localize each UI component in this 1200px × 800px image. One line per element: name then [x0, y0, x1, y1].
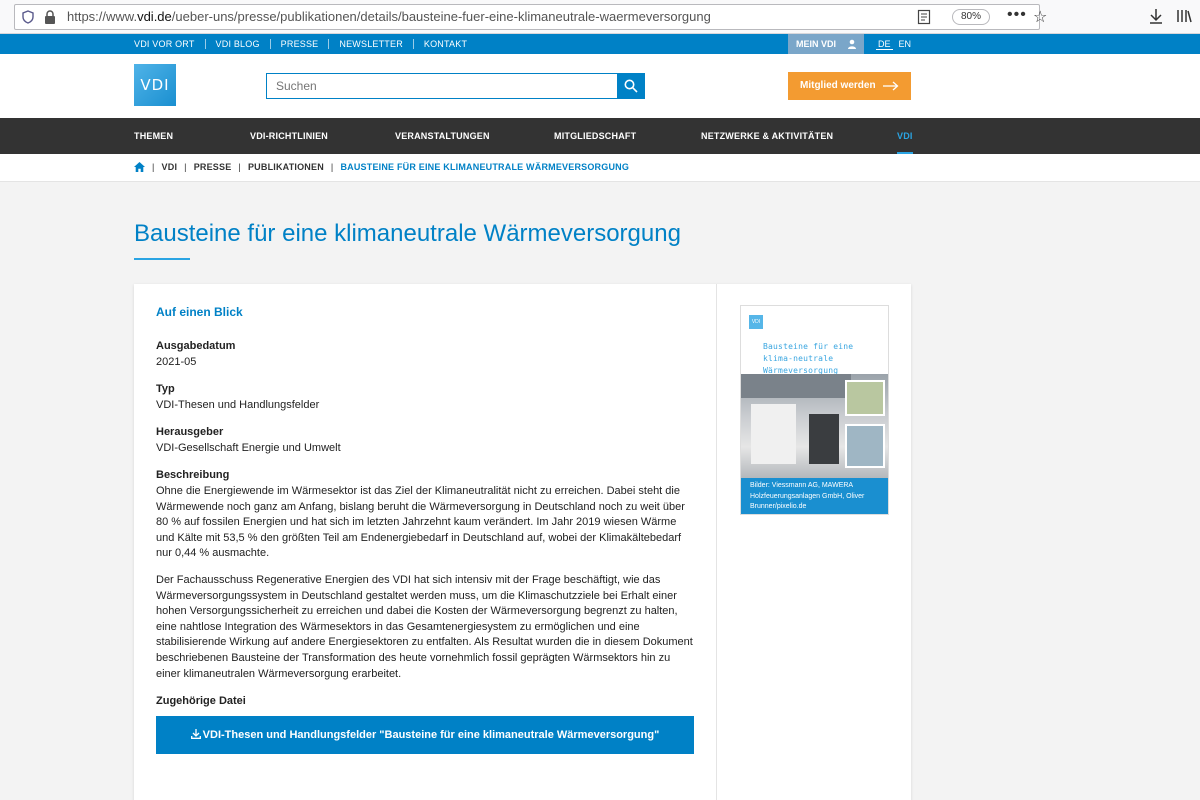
- cover-photo-boiler: [845, 424, 885, 468]
- cover-photo-heater: [809, 414, 839, 464]
- description-paragraph-2: Der Fachausschuss Regenerative Energien …: [156, 574, 693, 680]
- breadcrumb-vdi[interactable]: VDI: [162, 162, 178, 172]
- type-value: VDI-Thesen und Handlungsfelder: [156, 399, 320, 411]
- title-underline: [134, 258, 190, 260]
- nav-vdi[interactable]: VDI: [897, 118, 913, 154]
- breadcrumb-publikationen[interactable]: PUBLIKATIONEN: [248, 162, 324, 172]
- url-bar[interactable]: https://www.vdi.de/ueber-uns/presse/publ…: [14, 4, 1047, 30]
- download-icon[interactable]: [1148, 7, 1164, 25]
- lang-de[interactable]: DE: [876, 39, 893, 50]
- nav-mitgliedschaft[interactable]: MITGLIEDSCHAFT: [554, 118, 636, 154]
- tracking-shield-icon[interactable]: [21, 10, 35, 24]
- link-kontakt[interactable]: KONTAKT: [412, 39, 477, 49]
- download-icon: [190, 729, 201, 739]
- date-value: 2021-05: [156, 356, 197, 368]
- reader-view-icon[interactable]: [917, 9, 931, 25]
- cover-photo-solar: [845, 380, 885, 416]
- breadcrumb-presse[interactable]: PRESSE: [194, 162, 232, 172]
- card-divider: [716, 284, 717, 800]
- lang-en[interactable]: EN: [895, 39, 916, 49]
- search-icon: [624, 79, 638, 93]
- publication-cover[interactable]: VDI Bausteine für eine klima-neutrale Wä…: [740, 305, 889, 515]
- search-input[interactable]: [266, 73, 618, 99]
- breadcrumb-separator: |: [238, 162, 241, 172]
- arrow-right-icon: [883, 81, 899, 91]
- breadcrumb-separator: |: [152, 162, 155, 172]
- link-newsletter[interactable]: NEWSLETTER: [328, 39, 413, 49]
- download-file-label: VDI-Thesen und Handlungsfelder "Baustein…: [202, 729, 660, 741]
- lock-icon[interactable]: [43, 9, 57, 25]
- breadcrumb-current: BAUSTEINE FÜR EINE KLIMANEUTRALE WÄRMEVE…: [340, 162, 630, 172]
- publication-card: Auf einen Blick Ausgabedatum 2021-05 Typ…: [134, 284, 911, 800]
- become-member-button[interactable]: Mitglied werden: [788, 72, 911, 100]
- cover-title: Bausteine für eine klima-neutrale Wärmev…: [763, 342, 854, 375]
- nav-themen[interactable]: THEMEN: [134, 118, 173, 154]
- home-icon[interactable]: [134, 162, 145, 172]
- publisher-label: Herausgeber: [156, 426, 224, 438]
- publisher-value: VDI-Gesellschaft Energie und Umwelt: [156, 442, 341, 454]
- cover-photo-roof: [741, 374, 851, 398]
- breadcrumb: | VDI | PRESSE | PUBLIKATIONEN | BAUSTEI…: [0, 154, 1200, 182]
- download-file-button[interactable]: VDI-Thesen und Handlungsfelder "Baustein…: [156, 716, 694, 754]
- nav-netzwerke-aktivitaeten[interactable]: NETZWERKE & AKTIVITÄTEN: [701, 118, 833, 154]
- breadcrumb-separator: |: [184, 162, 187, 172]
- link-vdi-vor-ort[interactable]: VDI VOR ORT: [134, 39, 205, 49]
- url-text[interactable]: https://www.vdi.de/ueber-uns/presse/publ…: [67, 9, 711, 24]
- cover-logo: VDI: [749, 315, 763, 329]
- cover-photo: [741, 374, 888, 478]
- file-label: Zugehörige Datei: [156, 695, 246, 707]
- link-presse[interactable]: PRESSE: [269, 39, 329, 49]
- become-member-label: Mitglied werden: [800, 80, 876, 91]
- service-links: VDI VOR ORT VDI BLOG PRESSE NEWSLETTER K…: [134, 34, 477, 54]
- search-button[interactable]: [617, 73, 645, 99]
- bookmark-star-icon[interactable]: ☆: [1033, 7, 1047, 27]
- date-label: Ausgabedatum: [156, 340, 236, 352]
- breadcrumb-separator: |: [330, 162, 334, 172]
- zoom-level[interactable]: 80%: [952, 9, 990, 25]
- page-title: Bausteine für eine klimaneutrale Wärmeve…: [134, 220, 681, 247]
- description-label: Beschreibung: [156, 469, 230, 481]
- vdi-logo[interactable]: VDI: [134, 64, 176, 106]
- cover-credit: Bilder: Viessmann AG, MAWERA Holzfeuerun…: [741, 478, 888, 514]
- service-bar: VDI VOR ORT VDI BLOG PRESSE NEWSLETTER K…: [0, 34, 1200, 54]
- section-title: Auf einen Blick: [156, 305, 243, 319]
- nav-veranstaltungen[interactable]: VERANSTALTUNGEN: [395, 118, 490, 154]
- browser-toolbar: https://www.vdi.de/ueber-uns/presse/publ…: [0, 0, 1200, 34]
- link-vdi-blog[interactable]: VDI BLOG: [204, 39, 270, 49]
- cover-photo-unit: [751, 404, 796, 464]
- mein-vdi-button[interactable]: MEIN VDI: [788, 34, 864, 54]
- description-paragraph-1: Ohne die Energiewende im Wärmesektor ist…: [156, 485, 685, 560]
- type-label: Typ: [156, 383, 175, 395]
- main-navigation: THEMEN VDI-RICHTLINIEN VERANSTALTUNGEN M…: [0, 118, 1200, 154]
- nav-vdi-richtlinien[interactable]: VDI-RICHTLINIEN: [250, 118, 328, 154]
- site-header: VDI Mitglied werden: [0, 54, 1200, 118]
- page-actions-icon[interactable]: •••: [1007, 6, 1027, 24]
- user-icon: [848, 39, 856, 49]
- mein-vdi-label: MEIN VDI: [796, 39, 837, 49]
- library-icon[interactable]: [1176, 8, 1192, 24]
- language-switch: DE EN: [876, 34, 915, 54]
